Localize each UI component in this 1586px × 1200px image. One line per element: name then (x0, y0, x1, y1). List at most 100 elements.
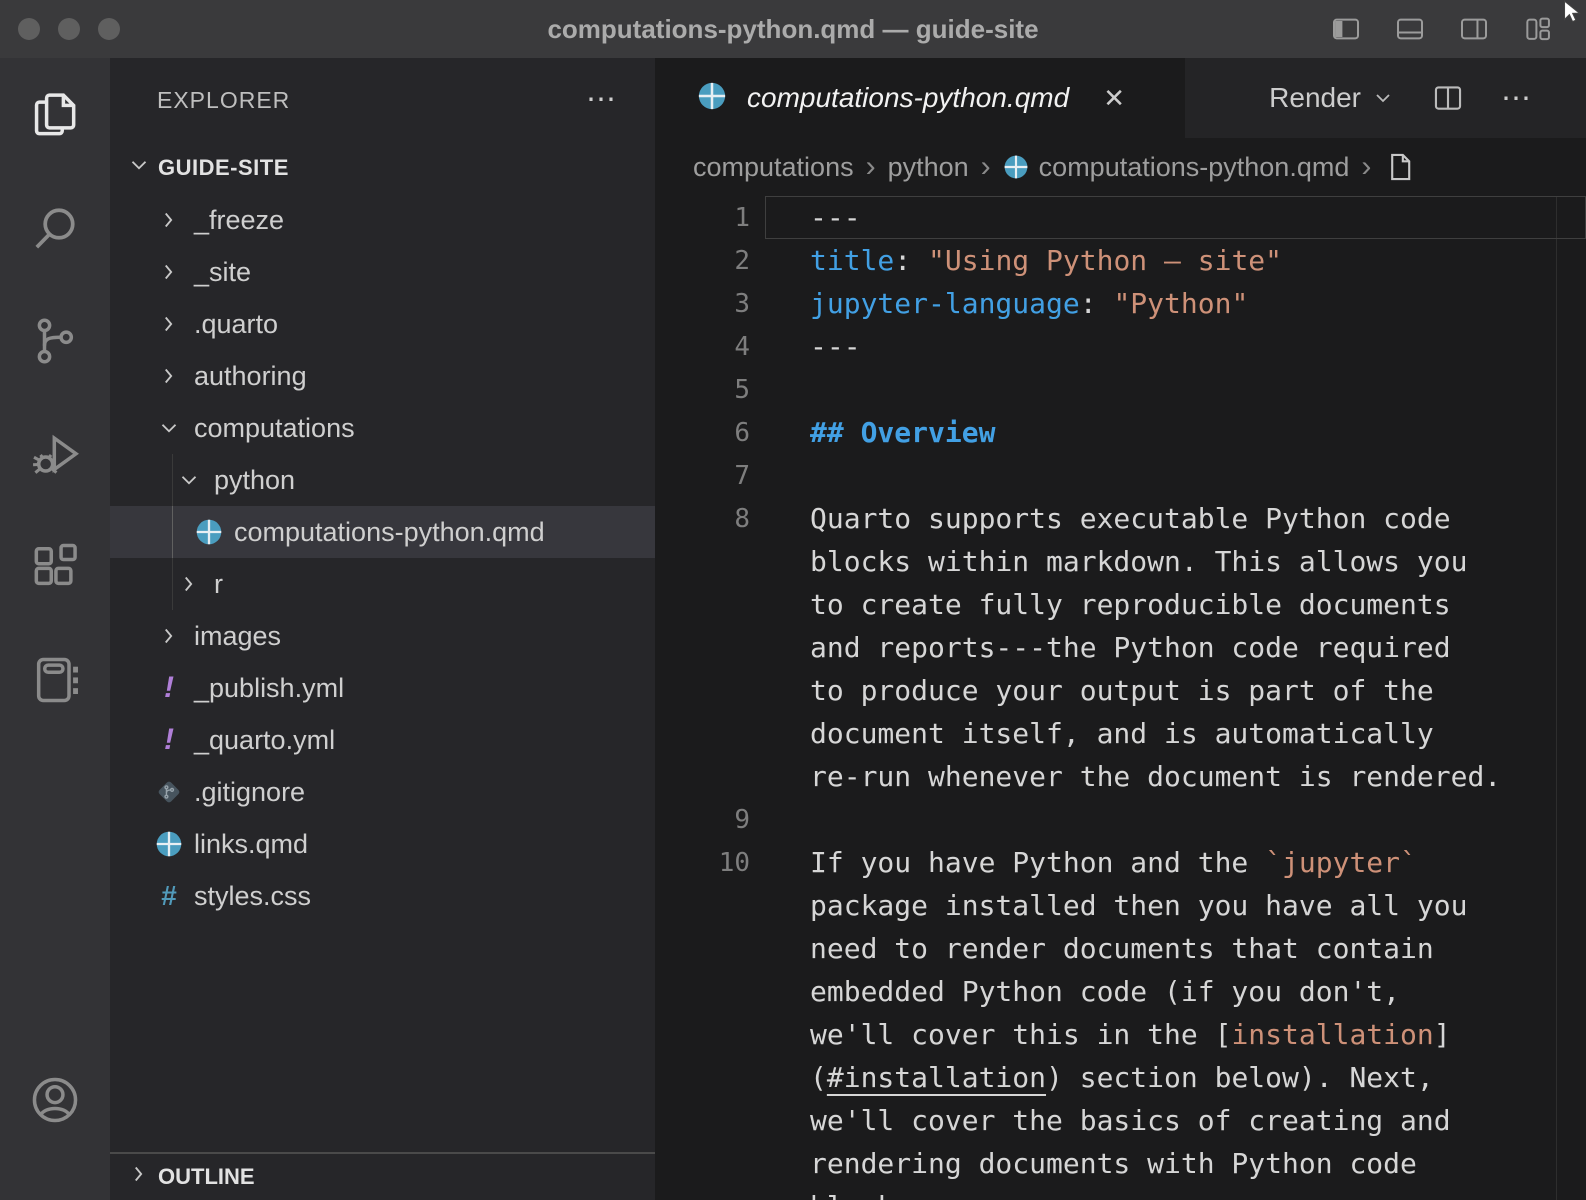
code-line-content: to produce your output is part of the (750, 674, 1434, 707)
code-editor[interactable]: 1 --- 2 title: "Using Python — site" 3 j… (655, 196, 1586, 1200)
code-line[interactable]: 4 --- (655, 325, 1586, 368)
code-line[interactable]: package installed then you have all you (655, 884, 1586, 927)
line-number[interactable]: 7 (655, 461, 750, 491)
close-tab-button[interactable]: ✕ (1103, 83, 1125, 114)
editor-more-actions-button[interactable]: ⋯ (1501, 81, 1534, 116)
line-number[interactable]: 6 (655, 418, 750, 448)
zoom-window-button[interactable] (98, 18, 120, 40)
line-number[interactable]: 4 (655, 332, 750, 362)
tree-item--gitignore[interactable]: .gitignore (110, 766, 655, 818)
tree-item--freeze[interactable]: _freeze (110, 194, 655, 246)
line-number[interactable]: 10 (655, 848, 750, 878)
tree-item--site[interactable]: _site (110, 246, 655, 298)
tree-item-computations-python-qmd[interactable]: computations-python.qmd (110, 506, 655, 558)
explorer-more-actions-button[interactable]: ⋯ (586, 95, 619, 105)
tree-item--publish-yml[interactable]: ! _publish.yml (110, 662, 655, 714)
code-line[interactable]: need to render documents that contain (655, 927, 1586, 970)
code-line-content: title: "Using Python — site" (750, 244, 1282, 277)
code-line[interactable]: 10 If you have Python and the `jupyter` (655, 841, 1586, 884)
code-line[interactable]: we'll cover the basics of creating and (655, 1099, 1586, 1142)
code-line-content: --- (750, 330, 861, 363)
tab-computations-python[interactable]: computations-python.qmd ✕ (655, 58, 1185, 138)
line-number[interactable]: 9 (655, 805, 750, 835)
code-line[interactable]: 1 --- (655, 196, 1586, 239)
code-line[interactable]: 2 title: "Using Python — site" (655, 239, 1586, 282)
code-line[interactable]: blocks within markdown. This allows you (655, 540, 1586, 583)
code-line[interactable]: and reports---the Python code required (655, 626, 1586, 669)
tree-item-r[interactable]: r (110, 558, 655, 610)
code-token: --- (810, 330, 861, 363)
file-tree: _freeze _site .quarto authoring computat… (110, 194, 655, 922)
line-number[interactable]: 2 (655, 246, 750, 276)
line-number[interactable]: 1 (655, 203, 750, 233)
yaml-file-icon: ! (152, 723, 186, 757)
activity-extensions-button[interactable] (0, 510, 110, 623)
line-number[interactable]: 5 (655, 375, 750, 405)
code-line-content: If you have Python and the `jupyter` (750, 846, 1417, 879)
tree-item-links-qmd[interactable]: links.qmd (110, 818, 655, 870)
tree-item-label: _freeze (194, 205, 284, 236)
chevron-down-icon (152, 415, 186, 441)
tree-item-computations[interactable]: computations (110, 402, 655, 454)
code-line[interactable]: rendering documents with Python code (655, 1142, 1586, 1185)
minimize-window-button[interactable] (58, 18, 80, 40)
tree-item--quarto[interactable]: .quarto (110, 298, 655, 350)
code-line[interactable]: (#installation) section below). Next, (655, 1056, 1586, 1099)
code-line[interactable]: 7 (655, 454, 1586, 497)
code-token: : (894, 244, 928, 277)
code-line[interactable]: 3 jupyter-language: "Python" (655, 282, 1586, 325)
window-controls (18, 18, 120, 40)
activity-settings-gear-button[interactable] (0, 1156, 110, 1200)
toggle-secondary-sidebar-icon[interactable] (1458, 13, 1490, 45)
line-number[interactable]: 3 (655, 289, 750, 319)
tree-item-images[interactable]: images (110, 610, 655, 662)
breadcrumb-item[interactable]: computations-python.qmd (1003, 152, 1350, 183)
workspace-section-header[interactable]: GUIDE-SITE (110, 142, 655, 194)
code-line[interactable]: embedded Python code (if you don't, (655, 970, 1586, 1013)
code-line[interactable]: document itself, and is automatically (655, 712, 1586, 755)
close-window-button[interactable] (18, 18, 40, 40)
breadcrumb-label: python (888, 152, 969, 183)
line-number[interactable]: 8 (655, 504, 750, 534)
code-line[interactable]: 9 (655, 798, 1586, 841)
tree-item-styles-css[interactable]: # styles.css (110, 870, 655, 922)
code-line-content: need to render documents that contain (750, 932, 1434, 965)
code-line[interactable]: blocks. (655, 1185, 1586, 1200)
code-line[interactable]: to produce your output is part of the (655, 669, 1586, 712)
css-file-icon: # (152, 880, 186, 912)
activity-explorer-button[interactable] (0, 58, 110, 171)
code-line[interactable]: 5 (655, 368, 1586, 411)
render-label: Render (1269, 82, 1361, 114)
code-line-content: rendering documents with Python code (750, 1147, 1417, 1180)
code-line-content: package installed then you have all you (750, 889, 1467, 922)
activity-source-control-button[interactable] (0, 284, 110, 397)
toggle-primary-sidebar-icon[interactable] (1330, 13, 1362, 45)
code-token: `jupyter` (1265, 846, 1417, 879)
code-line-content: --- (750, 201, 861, 234)
tree-item-python[interactable]: python (110, 454, 655, 506)
code-line[interactable]: to create fully reproducible documents (655, 583, 1586, 626)
code-token: #installation (827, 1061, 1046, 1094)
activity-notebook-button[interactable] (0, 623, 110, 736)
tree-item-authoring[interactable]: authoring (110, 350, 655, 402)
breadcrumb-item[interactable] (1383, 150, 1417, 184)
code-line[interactable]: 6 ## Overview (655, 411, 1586, 454)
tree-item--quarto-yml[interactable]: ! _quarto.yml (110, 714, 655, 766)
code-line[interactable]: we'll cover this in the [installation] (655, 1013, 1586, 1056)
code-line[interactable]: 8 Quarto supports executable Python code (655, 497, 1586, 540)
breadcrumb-item[interactable]: python (888, 152, 969, 183)
outline-section-header[interactable]: OUTLINE (110, 1154, 655, 1200)
code-line[interactable]: re-run whenever the document is rendered… (655, 755, 1586, 798)
activity-spacer (0, 736, 110, 1043)
customize-layout-icon[interactable] (1522, 13, 1554, 45)
breadcrumb-item[interactable]: computations (693, 152, 854, 183)
render-button[interactable]: Render (1269, 82, 1395, 114)
activity-search-button[interactable] (0, 171, 110, 284)
activity-account-button[interactable] (0, 1043, 110, 1156)
toggle-panel-icon[interactable] (1394, 13, 1426, 45)
chevron-right-icon (152, 311, 186, 337)
split-editor-button[interactable] (1431, 81, 1465, 115)
activity-run-debug-button[interactable] (0, 397, 110, 510)
code-token: installation (1231, 1018, 1433, 1051)
tab-bar: computations-python.qmd ✕ Render ⋯ (655, 58, 1586, 138)
